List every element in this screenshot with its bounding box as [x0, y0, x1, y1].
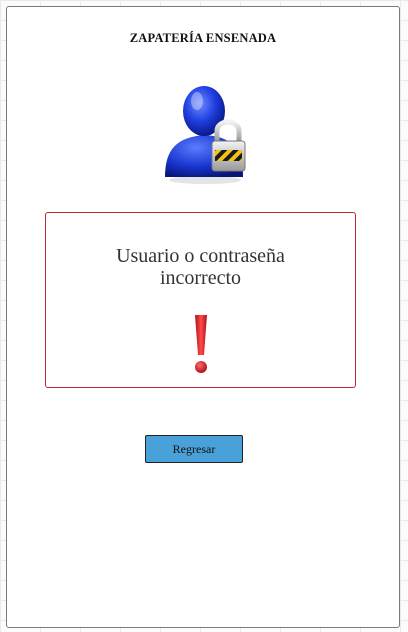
- error-message-box: Usuario o contraseña incorrecto: [45, 212, 356, 388]
- error-message-line-2: incorrecto: [159, 267, 242, 289]
- back-button[interactable]: Regresar: [145, 435, 243, 463]
- login-error-window: ZAPATERÍA ENSENADA Usuario o contraseña …: [6, 6, 400, 628]
- error-message-line-1: Usuario o contraseña: [116, 245, 285, 267]
- page-title: ZAPATERÍA ENSENADA: [129, 31, 277, 45]
- exclamation-icon: [195, 315, 207, 373]
- error-message: Usuario o contraseña incorrecto: [46, 245, 355, 289]
- user-lock-icon: [165, 86, 246, 184]
